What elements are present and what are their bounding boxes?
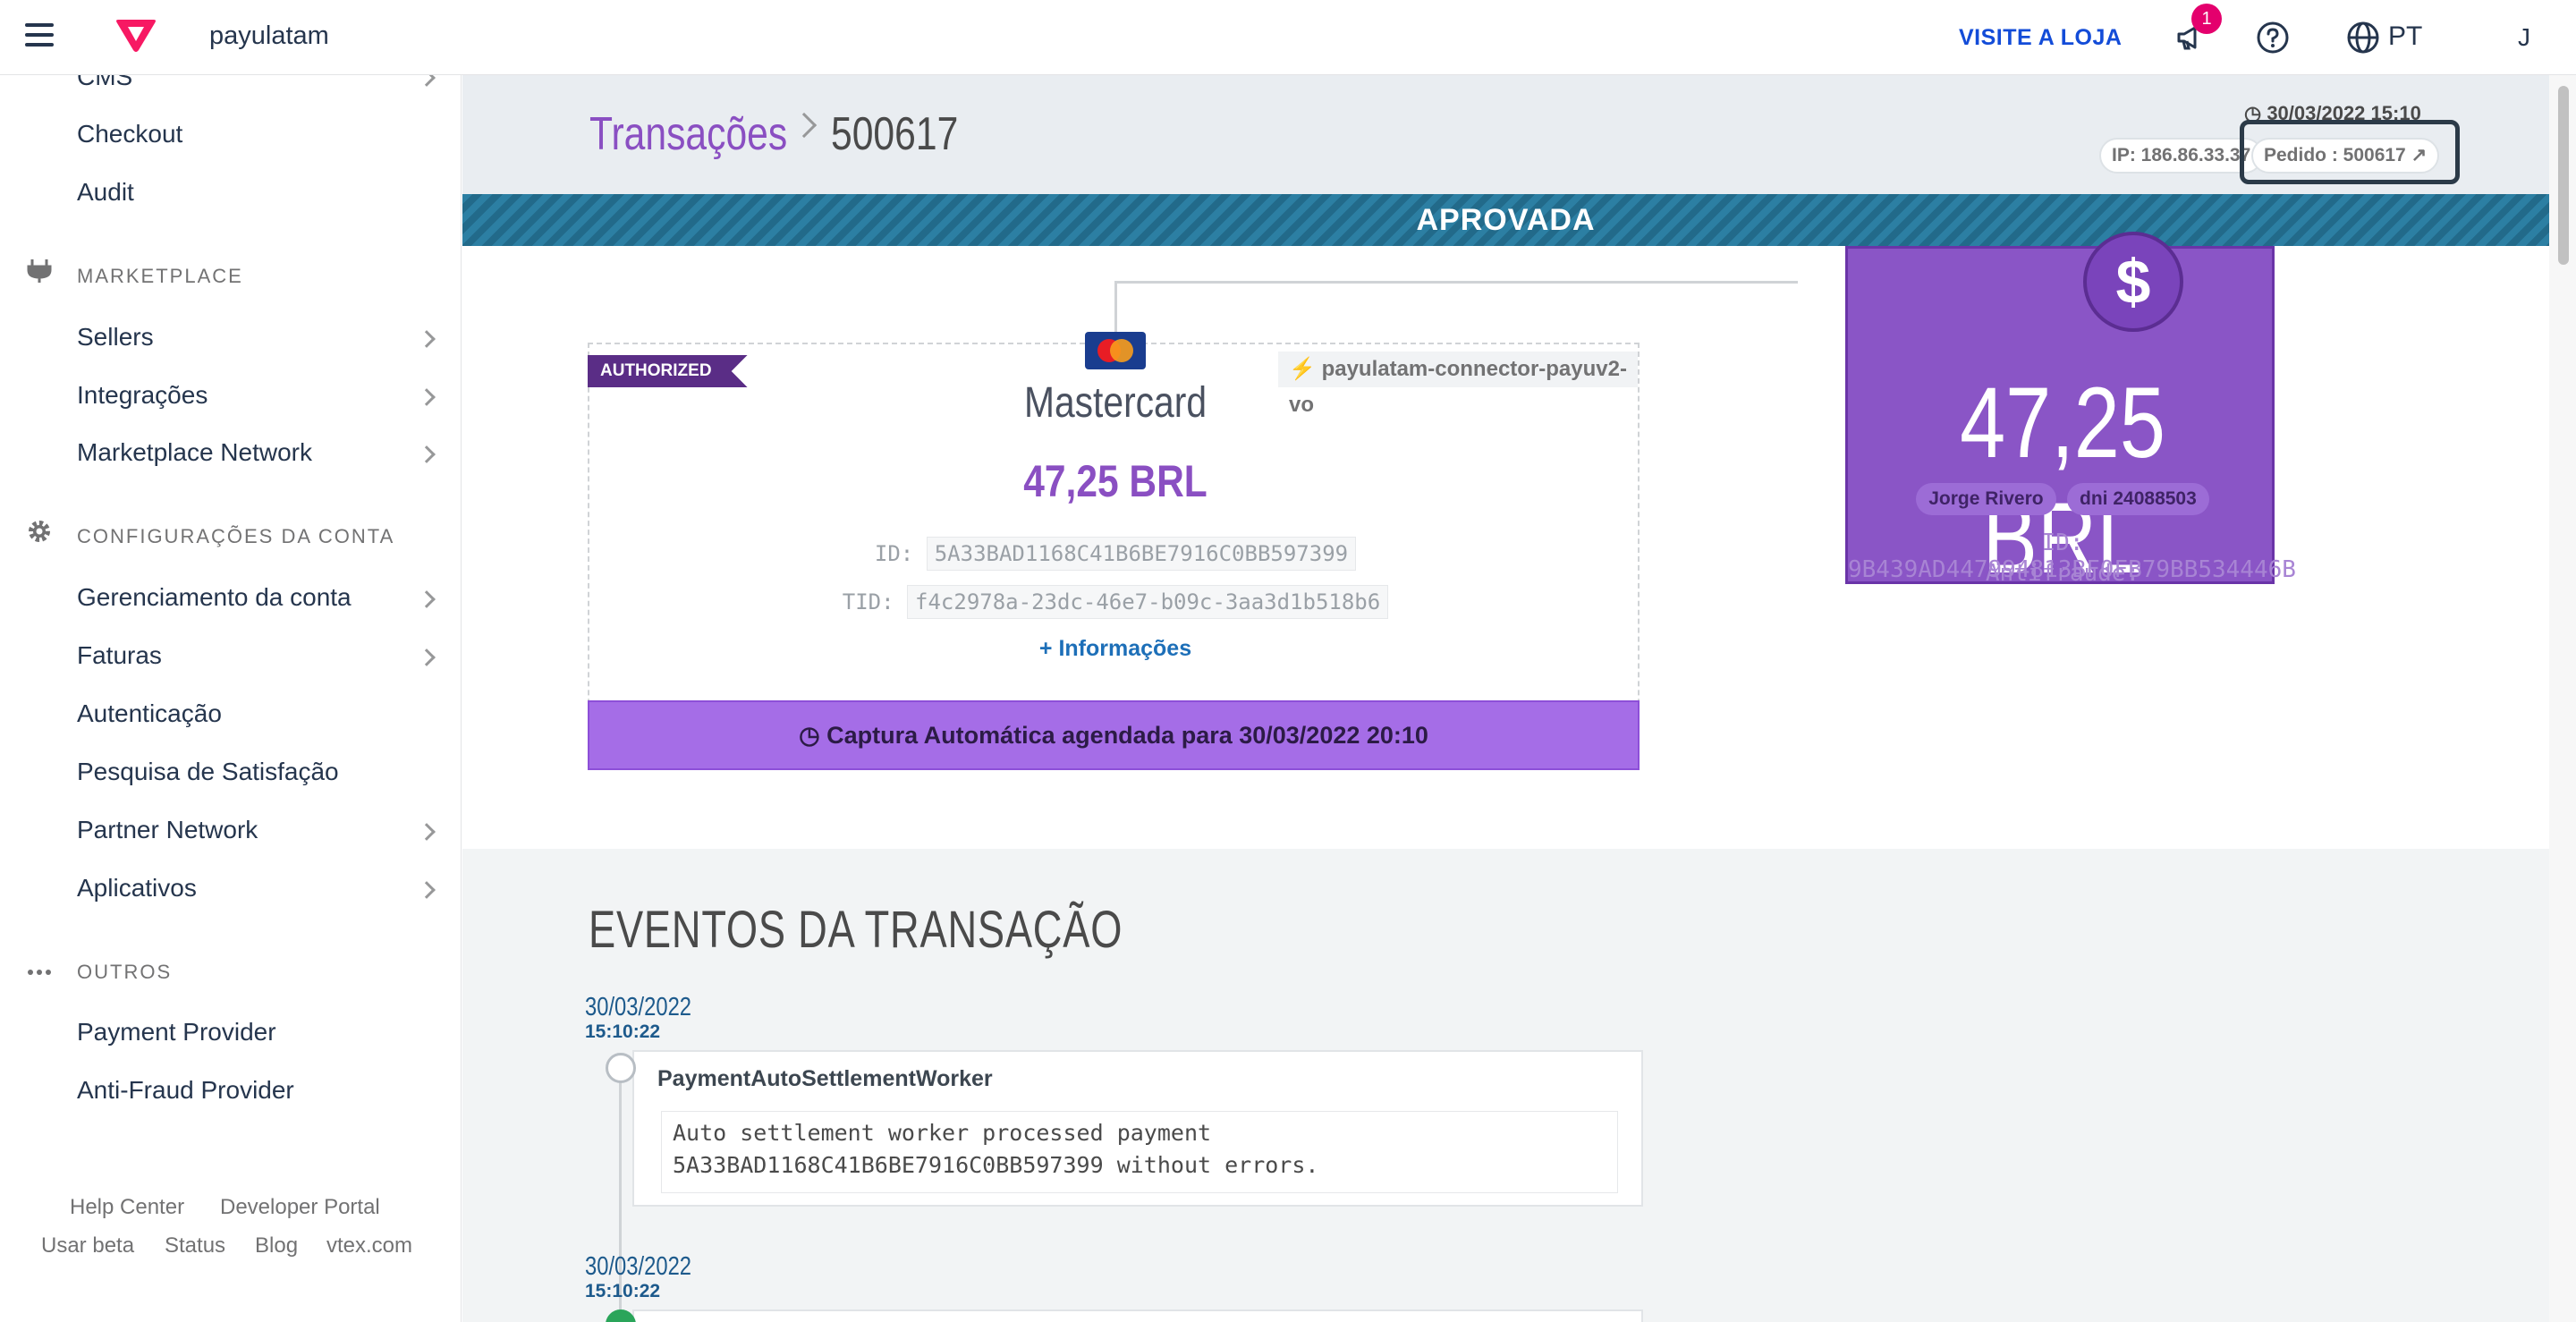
plug-icon: ⚡: [1289, 357, 1322, 381]
payment-amount: 47,25 BRL: [1023, 456, 1208, 506]
capture-text: Captura Automática agendada para 30/03/2…: [826, 722, 1428, 749]
sidebar-item-faturas[interactable]: Faturas: [77, 641, 162, 670]
event-title: PaymentAutoSettlementWorker: [657, 1066, 993, 1091]
payment-id-label: ID:: [874, 541, 914, 566]
gear-icon: [29, 521, 50, 542]
ip-badge: IP: 186.86.33.37: [2099, 138, 2264, 174]
sidebar-item-sellers[interactable]: Sellers: [77, 323, 154, 352]
payment-card: AUTHORIZED ⚡ payulatam-connector-payuv2-…: [588, 332, 1641, 770]
payment-method: Mastercard: [1023, 379, 1208, 427]
help-center-link[interactable]: Help Center: [70, 1195, 184, 1220]
chevron-right-icon: [791, 112, 818, 139]
language-selector[interactable]: PT: [2388, 21, 2422, 52]
clock-icon: ◷: [799, 722, 827, 749]
scrollbar-thumb[interactable]: [2558, 86, 2569, 265]
antifraud-status: Antifraude:: [1985, 560, 2140, 587]
sidebar-item-audit[interactable]: Audit: [77, 178, 134, 207]
top-bar: payulatam VISITE A LOJA 1 PT J: [0, 0, 2576, 75]
sidebar-item-checkout[interactable]: Checkout: [77, 120, 182, 148]
vtex-link[interactable]: vtex.com: [326, 1233, 412, 1258]
event-dot: [606, 1309, 636, 1322]
sidebar-item-pesquisa[interactable]: Pesquisa de Satisfação: [77, 758, 339, 786]
breadcrumb-transactions-link[interactable]: Transações: [589, 107, 787, 161]
sidebar-item-marketplace-network[interactable]: Marketplace Network: [77, 438, 312, 467]
sidebar-item-antifraud-provider[interactable]: Anti-Fraud Provider: [77, 1076, 294, 1105]
chevron-right-icon: [418, 823, 436, 841]
sidebar-section-marketplace: MARKETPLACE: [77, 265, 243, 287]
buyer-document-badge: dni 24088503: [2067, 483, 2209, 515]
event-card: PaymentAutoSettlementWorker Auto settlem…: [632, 1050, 1643, 1207]
payment-id-row: ID: 5A33BAD1168C41B6BE7916C0BB597399: [589, 537, 1641, 571]
more-info-link[interactable]: + Informações: [589, 636, 1641, 662]
vtex-logo[interactable]: [114, 18, 157, 54]
connector-line: [1114, 281, 1117, 335]
buyer-tags: Jorge Rivero dni 24088503: [1848, 483, 2277, 515]
sidebar-item-payment-provider[interactable]: Payment Provider: [77, 1018, 276, 1047]
blog-link[interactable]: Blog: [255, 1233, 298, 1258]
use-beta-link[interactable]: Usar beta: [41, 1233, 134, 1258]
sidebar-section-account: CONFIGURAÇÕES DA CONTA: [77, 525, 395, 547]
plus-icon: +: [1038, 636, 1059, 661]
user-avatar[interactable]: J: [2504, 18, 2544, 57]
more-icon: [28, 970, 51, 975]
sidebar-item-account-management[interactable]: Gerenciamento da conta: [77, 583, 352, 612]
event-message-line: 5A33BAD1168C41B6BE7916C0BB597399 without…: [673, 1152, 1319, 1178]
breadcrumb-current: 500617: [831, 108, 959, 160]
transaction-summary-box: 47,25 BRL Jorge Rivero dni 24088503 ID: …: [1845, 246, 2296, 594]
main-content: Transações 500617 ◷ 30/03/2022 15:10 IP:…: [462, 75, 2549, 1322]
buyer-name-badge: Jorge Rivero: [1916, 483, 2056, 515]
chevron-right-icon: [418, 590, 436, 608]
menu-icon[interactable]: [25, 23, 54, 50]
transaction-header: Transações 500617 ◷ 30/03/2022 15:10 IP:…: [462, 75, 2549, 194]
event-message: Auto settlement worker processed payment…: [661, 1111, 1618, 1193]
event-date: 30/03/2022: [585, 993, 692, 1021]
auto-capture-banner: ◷ Captura Automática agendada para 30/03…: [588, 700, 1640, 770]
event-time: 15:10:22: [585, 1021, 661, 1042]
sidebar-item-partner-network[interactable]: Partner Network: [77, 816, 258, 844]
payment-tid-value: f4c2978a-23dc-46e7-b09c-3aa3d1b518b6: [907, 585, 1389, 619]
sidebar: CMS Checkout Audit MARKETPLACE Sellers I…: [0, 75, 462, 1322]
sidebar-item-autenticacao[interactable]: Autenticação: [77, 699, 222, 728]
help-icon[interactable]: [2255, 20, 2291, 55]
chevron-right-icon: [418, 881, 436, 899]
plug-icon: [27, 259, 52, 283]
focus-ring: [2240, 120, 2460, 184]
chevron-right-icon: [418, 330, 436, 348]
event-time: 15:10:22: [585, 1281, 661, 1301]
status-link[interactable]: Status: [165, 1233, 225, 1258]
event-date: 30/03/2022: [585, 1252, 692, 1281]
chevron-right-icon: [418, 648, 436, 666]
chevron-right-icon: [418, 75, 436, 87]
sidebar-item-cms[interactable]: CMS: [77, 75, 132, 91]
payment-tid-row: TID: f4c2978a-23dc-46e7-b09c-3aa3d1b518b…: [589, 585, 1641, 619]
payment-tid-label: TID:: [842, 589, 894, 614]
sidebar-section-outros: OUTROS: [77, 961, 173, 983]
visit-store-link[interactable]: VISITE A LOJA: [1959, 25, 2122, 51]
dollar-icon: $: [2083, 232, 2183, 332]
developer-portal-link[interactable]: Developer Portal: [220, 1195, 380, 1220]
scrollbar[interactable]: [2549, 75, 2576, 1322]
status-banner: APROVADA: [462, 194, 2549, 246]
connector-line: [1114, 281, 1798, 284]
event-dot: [606, 1053, 636, 1083]
event-message-line: Auto settlement worker processed payment: [673, 1120, 1212, 1146]
mastercard-logo-icon: [1085, 332, 1146, 369]
more-info-text: Informações: [1058, 636, 1192, 661]
event-card: [632, 1309, 1643, 1322]
sidebar-item-aplicativos[interactable]: Aplicativos: [77, 874, 197, 903]
globe-icon[interactable]: [2345, 20, 2381, 55]
events-title: EVENTOS DA TRANSAÇÃO: [589, 901, 1123, 959]
chevron-right-icon: [418, 445, 436, 463]
chevron-right-icon: [418, 388, 436, 406]
account-name: payulatam: [209, 21, 329, 50]
sidebar-item-integracoes[interactable]: Integrações: [77, 381, 208, 410]
notification-badge: 1: [2191, 4, 2222, 34]
payment-id-value: 5A33BAD1168C41B6BE7916C0BB597399: [926, 537, 1357, 571]
